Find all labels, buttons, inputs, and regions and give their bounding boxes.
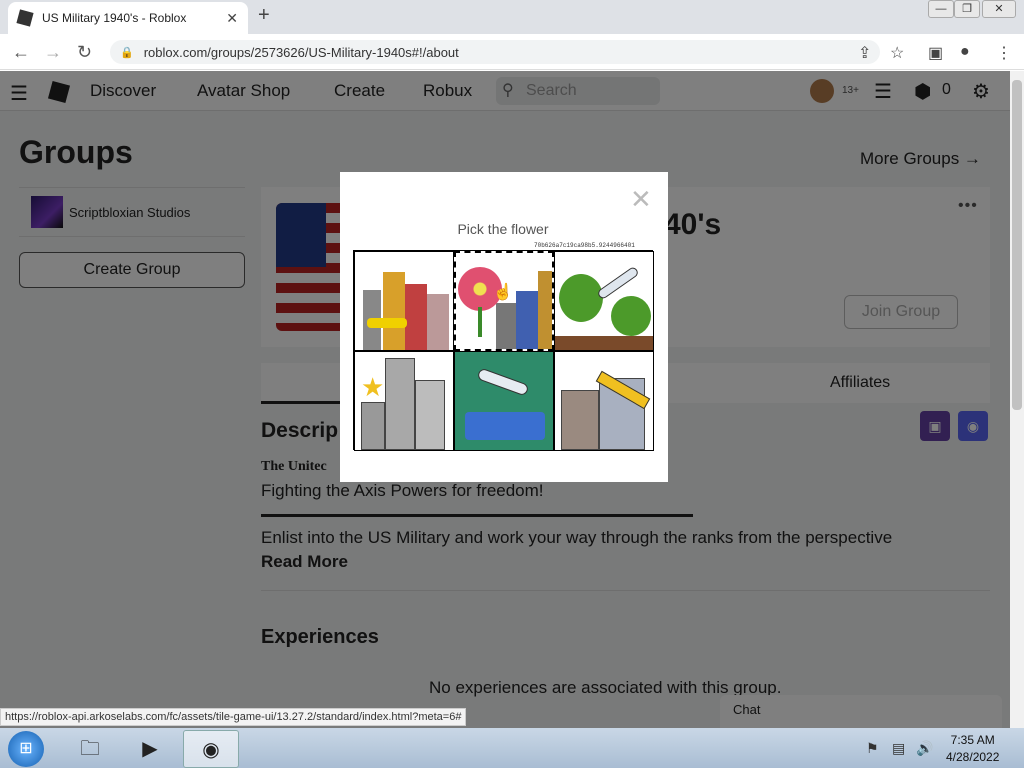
clock-date: 4/28/2022 — [946, 750, 1000, 764]
captcha-hash: 70b626a7c19ca98b5.9244966401 — [534, 242, 635, 249]
volume-icon[interactable]: 🔊 — [916, 740, 933, 757]
scrollbar-thumb[interactable] — [1012, 80, 1022, 410]
minimize-icon[interactable]: — — [928, 0, 954, 18]
reload-icon[interactable]: ↻ — [77, 42, 92, 63]
captcha-tile-airplane-trees[interactable] — [554, 251, 654, 351]
maximize-icon[interactable]: ❐ — [954, 0, 980, 18]
menu-kebab-icon[interactable]: ⋮ — [996, 43, 1012, 63]
back-icon[interactable]: ← — [12, 42, 30, 63]
cursor-hand-icon: ☝ — [493, 284, 513, 301]
captcha-tile-city-buildings[interactable] — [354, 251, 454, 351]
captcha-grid: ★ — [353, 250, 654, 451]
chrome-icon[interactable]: ◉ — [183, 730, 239, 768]
file-explorer-icon[interactable]: 🗀 — [62, 730, 118, 768]
forward-icon[interactable]: → — [44, 42, 62, 63]
side-panel-icon[interactable]: ▣ — [928, 43, 943, 63]
windows-start-icon[interactable]: ⊞ — [8, 731, 44, 767]
captcha-tile-pencil-factory[interactable] — [554, 351, 654, 451]
new-tab-icon[interactable]: + — [258, 4, 270, 27]
network-icon[interactable]: ▤ — [892, 740, 905, 757]
close-modal-icon[interactable]: ✕ — [630, 184, 652, 215]
url-text: roblox.com/groups/2573626/US-Military-19… — [143, 44, 459, 60]
clock-time: 7:35 AM — [950, 733, 995, 747]
close-tab-icon[interactable]: ✕ — [226, 10, 238, 27]
captcha-prompt: Pick the flower — [457, 221, 549, 237]
lock-icon: 🔒 — [120, 46, 134, 59]
tab-title: US Military 1940's - Roblox — [42, 11, 187, 25]
clock[interactable]: 7:35 AM 4/28/2022 — [946, 732, 999, 766]
close-window-icon[interactable]: ✕ — [982, 0, 1016, 18]
status-url: https://roblox-api.arkoselabs.com/fc/ass… — [0, 708, 467, 726]
share-icon[interactable]: ⇪ — [858, 43, 871, 63]
profile-icon[interactable]: ● — [960, 43, 970, 61]
roblox-favicon-icon — [16, 9, 34, 27]
captcha-tile-buildings-star[interactable]: ★ — [354, 351, 454, 451]
media-player-icon[interactable]: ▶ — [122, 730, 178, 768]
action-center-icon[interactable]: ⚑ — [866, 740, 879, 757]
captcha-tile-airplane-island[interactable] — [454, 351, 554, 451]
bookmark-star-icon[interactable]: ☆ — [890, 43, 904, 63]
browser-tab[interactable]: US Military 1940's - Roblox ✕ — [8, 2, 248, 34]
address-bar[interactable]: 🔒 roblox.com/groups/2573626/US-Military-… — [110, 40, 880, 64]
